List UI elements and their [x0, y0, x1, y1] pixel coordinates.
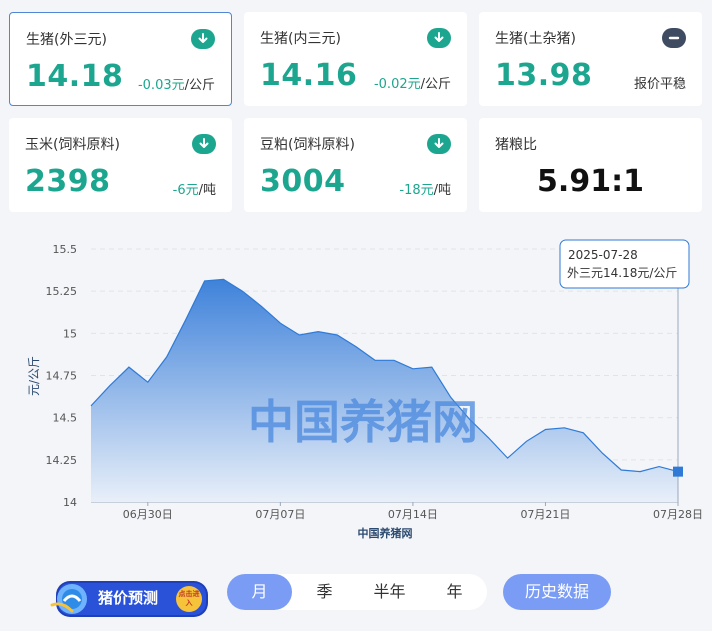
minus-icon: [662, 28, 686, 48]
period-selector: 月 季 半年 年: [227, 574, 487, 610]
x-tick-label: 07月07日: [255, 508, 305, 521]
y-tick-label: 14.75: [46, 370, 78, 383]
card-label: 猪粮比: [495, 137, 537, 153]
change-value: -0.03元: [137, 78, 185, 93]
down-arrow-icon: [191, 29, 215, 49]
card-change: -0.03元/公斤: [138, 74, 215, 93]
card-label: 豆粕(饲料原料): [260, 137, 355, 153]
y-tick-label: 15.25: [46, 285, 78, 298]
tooltip-value: 外三元14.18元/公斤: [567, 266, 677, 280]
y-tick-label: 15.5: [53, 243, 78, 256]
change-unit: /公斤: [420, 77, 451, 92]
change-value: -6元: [172, 183, 199, 198]
down-arrow-icon: [427, 28, 451, 48]
price-area-chart[interactable]: 15.5 15.25 15 14.75 14.5 14.25 14 06月30日 07月07日…: [0, 230, 712, 560]
watermark: 中国养猪网: [248, 395, 478, 449]
highlight-marker[interactable]: [673, 466, 683, 477]
tooltip: 2025-07-28 外三元14.18元/公斤: [559, 239, 690, 289]
x-tick-label: 07月28日: [653, 508, 703, 521]
down-arrow-icon: [192, 134, 216, 154]
x-tick-label: 07月14日: [388, 508, 438, 521]
card-price: 14.18: [26, 59, 124, 94]
history-data-button[interactable]: 历史数据: [503, 574, 611, 610]
price-card-soymeal[interactable]: 豆粕(饲料原料) 3004 -18元/吨: [244, 118, 467, 212]
price-card-corn[interactable]: 玉米(饲料原料) 2398 -6元/吨: [9, 118, 232, 212]
card-price: 13.98: [495, 58, 593, 93]
change-unit: /吨: [198, 183, 216, 198]
x-tick-label: 06月30日: [123, 508, 173, 521]
tooltip-date: 2025-07-28: [568, 248, 638, 262]
forecast-label: 猪价预测: [98, 589, 159, 607]
card-label: 玉米(饲料原料): [25, 137, 120, 153]
y-tick-label: 14: [63, 496, 77, 509]
x-tick-label: 07月21日: [520, 508, 570, 521]
card-label: 生猪(内三元): [260, 31, 341, 47]
ratio-value: 5.91:1: [537, 164, 644, 199]
x-axis: 06月30日 07月07日 07月14日 07月21日 07月28日: [91, 501, 703, 521]
y-axis: 15.5 15.25 15 14.75 14.5 14.25 14: [46, 243, 78, 509]
card-label: 生猪(土杂猪): [495, 31, 576, 47]
card-change: -18元/吨: [399, 179, 451, 198]
price-card-tuzazhu[interactable]: 生猪(土杂猪) 13.98 报价平稳: [479, 12, 702, 106]
card-price: 3004: [260, 164, 346, 199]
price-card-neisanyuan[interactable]: 生猪(内三元) 14.16 -0.02元/公斤: [244, 12, 467, 106]
y-tick-label: 14.25: [46, 454, 78, 467]
change-unit: /吨: [433, 183, 451, 198]
period-tab-half-year[interactable]: 半年: [357, 574, 422, 610]
period-tab-year[interactable]: 年: [422, 574, 487, 610]
pig-price-forecast-button[interactable]: 猪价预测 点击进入: [50, 579, 210, 619]
card-change: -6元/吨: [173, 179, 216, 198]
period-tab-quarter[interactable]: 季: [292, 574, 357, 610]
change-value: -18元: [399, 183, 434, 198]
down-arrow-icon: [427, 134, 451, 154]
card-label: 生猪(外三元): [26, 32, 107, 48]
bottom-controls: 猪价预测 点击进入 月 季 半年 年 历史数据: [0, 565, 712, 631]
click-enter-badge: 点击进入: [176, 586, 202, 612]
change-value: -0.02元: [373, 77, 421, 92]
y-tick-label: 14.5: [53, 412, 78, 425]
change-unit: /公斤: [184, 78, 215, 93]
hog-grain-ratio-card[interactable]: 猪粮比 5.91:1: [479, 118, 702, 212]
card-change: -0.02元/公斤: [374, 73, 451, 92]
y-tick-label: 15: [63, 327, 77, 340]
y-axis-label: 元/公斤: [27, 356, 41, 396]
price-area: [91, 279, 678, 502]
card-price: 14.16: [260, 58, 358, 93]
card-price: 2398: [25, 164, 111, 199]
period-tab-month[interactable]: 月: [227, 574, 292, 610]
price-card-waisanyuan[interactable]: 生猪(外三元) 14.18 -0.03元/公斤: [9, 12, 232, 106]
card-flat-status: 报价平稳: [633, 77, 686, 92]
x-axis-source-label: 中国养猪网: [358, 526, 413, 540]
